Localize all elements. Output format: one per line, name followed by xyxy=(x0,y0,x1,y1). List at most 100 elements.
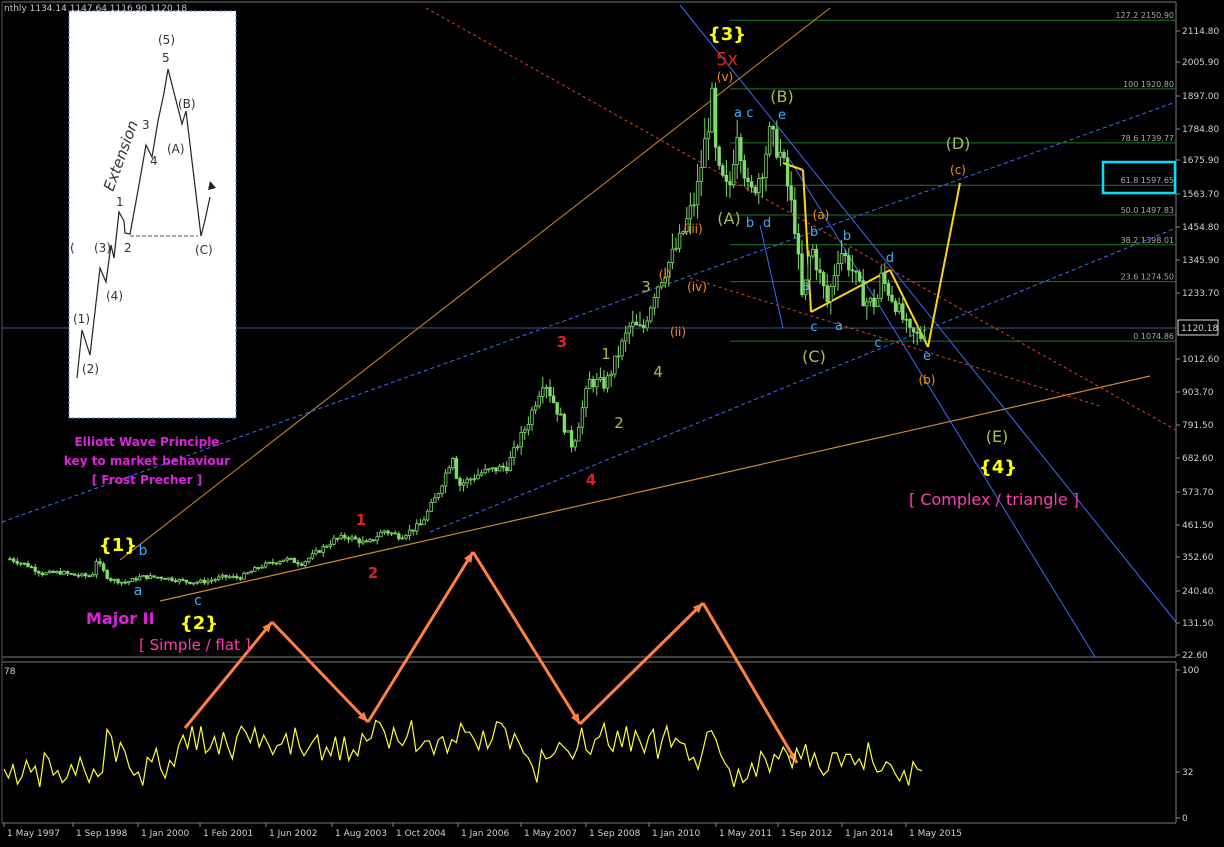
price-candle-body xyxy=(501,465,505,468)
price-candle-body xyxy=(613,355,617,375)
price-candle-body xyxy=(51,570,55,574)
price-candle-body xyxy=(728,181,732,186)
price-candle-body xyxy=(343,534,347,539)
price-candle-body xyxy=(397,533,401,540)
price-candle-body xyxy=(839,253,844,264)
wave-label-cyan-16: e xyxy=(923,349,931,364)
y-axis-tick-label: 1897.00 xyxy=(1182,92,1219,102)
wave-label-red-2: 2 xyxy=(368,564,378,582)
price-candle-body xyxy=(512,446,516,458)
wave-label-cyan-5: c xyxy=(746,106,753,121)
x-axis-tick-label: 1 Feb 2001 xyxy=(203,829,253,839)
price-candle-body xyxy=(454,457,459,479)
price-candle-body xyxy=(537,396,541,407)
oscillator-value-label: 78 xyxy=(4,667,16,677)
x-axis-tick-label: 1 Sep 2012 xyxy=(781,829,832,839)
price-candle-body xyxy=(641,324,646,329)
fib-level-label: 38.2 1398.01 xyxy=(1121,236,1174,245)
price-candle-body xyxy=(591,378,595,388)
wave-label-orange-ii: (ii) xyxy=(670,325,686,339)
fib-level-label: 0 1074.86 xyxy=(1133,332,1174,341)
price-candle-body xyxy=(285,557,289,561)
price-candle-body xyxy=(195,581,199,584)
inset-subwave-2: 2 xyxy=(124,241,132,255)
wave-label-yellow-3: {3} xyxy=(708,24,746,45)
price-candle-body xyxy=(44,572,48,576)
price-candle-body xyxy=(760,177,765,180)
price-candle-body xyxy=(609,373,613,377)
price-candle-body xyxy=(184,579,189,583)
price-candle-body xyxy=(436,493,441,499)
price-candle-body xyxy=(857,271,862,282)
price-candle-body xyxy=(33,566,37,572)
price-candle-body xyxy=(69,572,73,575)
simple-flat-label: [ Simple / flat ] xyxy=(139,636,251,654)
price-candle-body xyxy=(829,286,833,302)
price-candle-body xyxy=(749,181,754,188)
price-candle-body xyxy=(598,377,603,380)
price-candle-body xyxy=(289,557,293,560)
x-axis-tick-label: 1 Sep 1998 xyxy=(76,829,128,839)
price-candle-body xyxy=(145,575,149,579)
price-candle-body xyxy=(465,478,469,484)
price-candle-body xyxy=(209,579,214,582)
price-candle-body xyxy=(724,174,729,182)
price-candle-body xyxy=(65,571,70,574)
price-candle-body xyxy=(353,536,358,540)
price-candle-body xyxy=(616,355,621,358)
price-candle-body xyxy=(875,297,880,307)
price-candle-body xyxy=(742,160,747,179)
inset-subwave-1: 1 xyxy=(116,195,124,209)
x-axis-tick-label: 1 Sep 2008 xyxy=(589,829,641,839)
price-candle-body xyxy=(735,137,739,166)
price-candle-body xyxy=(242,573,246,580)
x-axis-tick-label: 1 May 1997 xyxy=(7,829,60,839)
price-candle-body xyxy=(562,414,567,433)
y-axis-tick-label: 573.70 xyxy=(1182,488,1214,498)
price-candle-body xyxy=(123,581,127,584)
price-candle-body xyxy=(321,546,325,553)
price-candle-body xyxy=(919,332,923,339)
price-candle-body xyxy=(843,253,847,257)
price-candle-body xyxy=(188,581,192,585)
y-axis-tick-label: 352.60 xyxy=(1182,553,1214,563)
price-candle-body xyxy=(227,576,232,579)
price-candle-body xyxy=(580,407,585,428)
x-axis-tick-label: 1 May 2011 xyxy=(719,829,772,839)
price-candle-body xyxy=(116,578,120,584)
price-candle-body xyxy=(677,232,682,249)
price-candle-body xyxy=(382,530,387,533)
inset-extension-diagram: Extension ( (1) (2) (3) (4) 1 2 3 4 (5) … xyxy=(68,10,237,419)
wave-label-olive-1: 1 xyxy=(601,345,611,363)
price-candle-body xyxy=(422,519,426,525)
price-candle-body xyxy=(530,409,534,425)
price-candle-body xyxy=(515,446,520,449)
book-title-line2: key to market behaviour xyxy=(64,454,230,468)
price-candle-body xyxy=(404,535,408,539)
book-title-line1: Elliott Wave Principle xyxy=(75,435,220,449)
price-candle-body xyxy=(469,478,473,481)
price-candle-body xyxy=(274,562,279,565)
price-candle-body xyxy=(335,537,340,540)
price-candle-body xyxy=(569,430,574,448)
y-axis-tick-label: 1784.80 xyxy=(1182,125,1219,135)
price-candle-body xyxy=(76,574,81,577)
wave-label-orange-v: (v) xyxy=(717,70,733,84)
inset-wave-3: (3) xyxy=(94,241,111,255)
inset-subwave-5: 5 xyxy=(162,51,170,65)
price-candle-body xyxy=(260,566,264,569)
price-candle-body xyxy=(908,318,912,329)
wave-label-cyan-7: b xyxy=(746,216,754,231)
price-candle-body xyxy=(364,540,369,543)
price-candle-body xyxy=(15,560,19,564)
price-candle-body xyxy=(217,576,221,580)
price-candle-body xyxy=(386,530,390,534)
price-candle-body xyxy=(631,321,635,327)
price-candle-body xyxy=(692,204,696,207)
price-candle-body xyxy=(602,377,606,389)
price-candle-body xyxy=(764,153,768,179)
wave-label-olive-4: 4 xyxy=(653,363,663,381)
price-candle-body xyxy=(821,272,826,287)
wave-label-cyan-3: c xyxy=(194,593,202,609)
price-candle-body xyxy=(627,325,631,334)
